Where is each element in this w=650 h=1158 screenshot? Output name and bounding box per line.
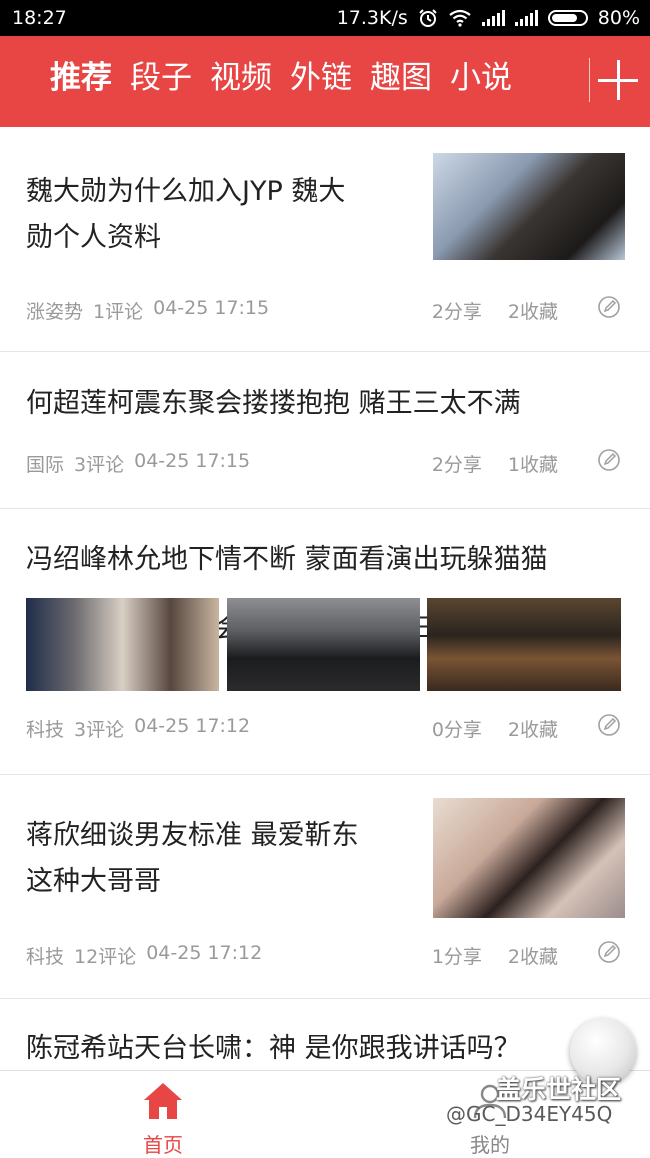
favorite-count: 2收藏 — [507, 301, 558, 323]
category-tabs: 推荐 段子 视频 外链 趣图 小说 — [50, 56, 512, 100]
battery-percent: 80% — [597, 7, 640, 29]
signal-icon — [514, 10, 538, 26]
tab-novels[interactable]: 小说 — [450, 56, 512, 100]
publish-time: 04-25 17:12 — [134, 715, 251, 737]
favorite-count: 1收藏 — [507, 454, 558, 476]
article-meta: 科技 12评论 04-25 17:12 — [26, 942, 262, 969]
status-bar: 18:27 17.3K/s 80% — [0, 0, 650, 36]
alarm-icon — [419, 9, 437, 27]
article-title[interactable]: 冯绍峰林允地下情不断 蒙面看演出玩躲猫猫 — [26, 537, 548, 583]
favorite-count: 2收藏 — [507, 946, 558, 968]
signal-icon — [481, 10, 505, 26]
article-thumbnail[interactable] — [227, 598, 420, 691]
article-meta: 国际 3评论 04-25 17:15 — [26, 450, 250, 477]
tab-recommend[interactable]: 推荐 — [50, 56, 112, 100]
wifi-icon — [449, 9, 471, 27]
edit-icon[interactable] — [597, 448, 621, 472]
nav-me-label: 我的 — [470, 1133, 510, 1157]
battery-icon — [547, 10, 588, 26]
publish-time: 04-25 17:15 — [153, 297, 270, 319]
tab-fun-pics[interactable]: 趣图 — [370, 56, 432, 100]
article-stats: 1分享 2收藏 — [432, 942, 558, 969]
share-count: 1分享 — [431, 946, 482, 968]
net-speed: 17.3K/s — [336, 7, 408, 29]
comment-count: 3评论 — [74, 454, 125, 476]
article-thumbnail[interactable] — [433, 153, 625, 260]
publish-time: 04-25 17:15 — [134, 450, 251, 472]
source-label: 科技 — [26, 946, 65, 968]
article-stats: 0分享 2收藏 — [432, 715, 558, 742]
favorite-count: 2收藏 — [507, 719, 558, 741]
source-label: 涨姿势 — [26, 301, 84, 323]
edit-icon[interactable] — [597, 713, 621, 737]
article-meta: 涨姿势 1评论 04-25 17:15 — [26, 297, 269, 324]
article-thumbnail[interactable] — [433, 798, 625, 918]
status-icons: 17.3K/s 80% — [337, 7, 640, 29]
source-label: 科技 — [26, 719, 65, 741]
comment-count: 12评论 — [74, 946, 137, 968]
article-title[interactable]: 蒋欣细谈男友标准 最爱靳东 这种大哥哥 — [26, 813, 359, 905]
tab-links[interactable]: 外链 — [290, 56, 352, 100]
nav-home[interactable]: 首页 — [133, 1077, 193, 1157]
share-count: 0分享 — [431, 719, 482, 741]
article-meta: 科技 3评论 04-25 17:12 — [26, 715, 250, 742]
publish-time: 04-25 17:12 — [146, 942, 263, 964]
edit-icon[interactable] — [597, 940, 621, 964]
comment-count: 1评论 — [93, 301, 144, 323]
add-category-plus-icon[interactable] — [598, 60, 638, 100]
list-item[interactable]: 何超莲柯震东聚会搂搂抱抱 赌王三太不满 — [0, 352, 650, 644]
source-label: 国际 — [26, 454, 65, 476]
list-item[interactable]: 魏大勋为什么加入JYP 魏大 勋个人资料 涨姿势 1评论 04-25 17:15… — [0, 127, 650, 352]
article-title[interactable]: 陈冠希站天台长啸：神 是你跟我讲话吗？ — [26, 1026, 521, 1072]
edit-icon[interactable] — [597, 295, 621, 319]
tab-jokes[interactable]: 段子 — [130, 56, 192, 100]
article-stats: 2分享 2收藏 — [432, 297, 558, 324]
top-nav-bar: 推荐 段子 视频 外链 趣图 小说 — [0, 36, 650, 127]
article-stats: 2分享 1收藏 — [432, 450, 558, 477]
article-title[interactable]: 魏大勋为什么加入JYP 魏大 勋个人资料 — [26, 169, 345, 261]
article-thumbnail[interactable] — [26, 598, 219, 691]
tabs-divider — [589, 58, 590, 102]
comment-count: 3评论 — [74, 719, 125, 741]
share-count: 2分享 — [431, 454, 482, 476]
nav-home-label: 首页 — [143, 1133, 183, 1157]
watermark-user: @GC_D34EY45Q — [446, 1102, 613, 1126]
home-icon — [144, 1083, 182, 1119]
article-title[interactable]: 何超莲柯震东聚会搂搂抱抱 赌王三太不满 — [26, 381, 521, 427]
status-time: 18:27 — [12, 7, 67, 29]
tab-video[interactable]: 视频 — [210, 56, 272, 100]
article-thumbnail[interactable] — [427, 598, 621, 691]
share-count: 2分享 — [431, 301, 482, 323]
watermark-brand: 盖乐世社区 — [496, 1075, 622, 1104]
